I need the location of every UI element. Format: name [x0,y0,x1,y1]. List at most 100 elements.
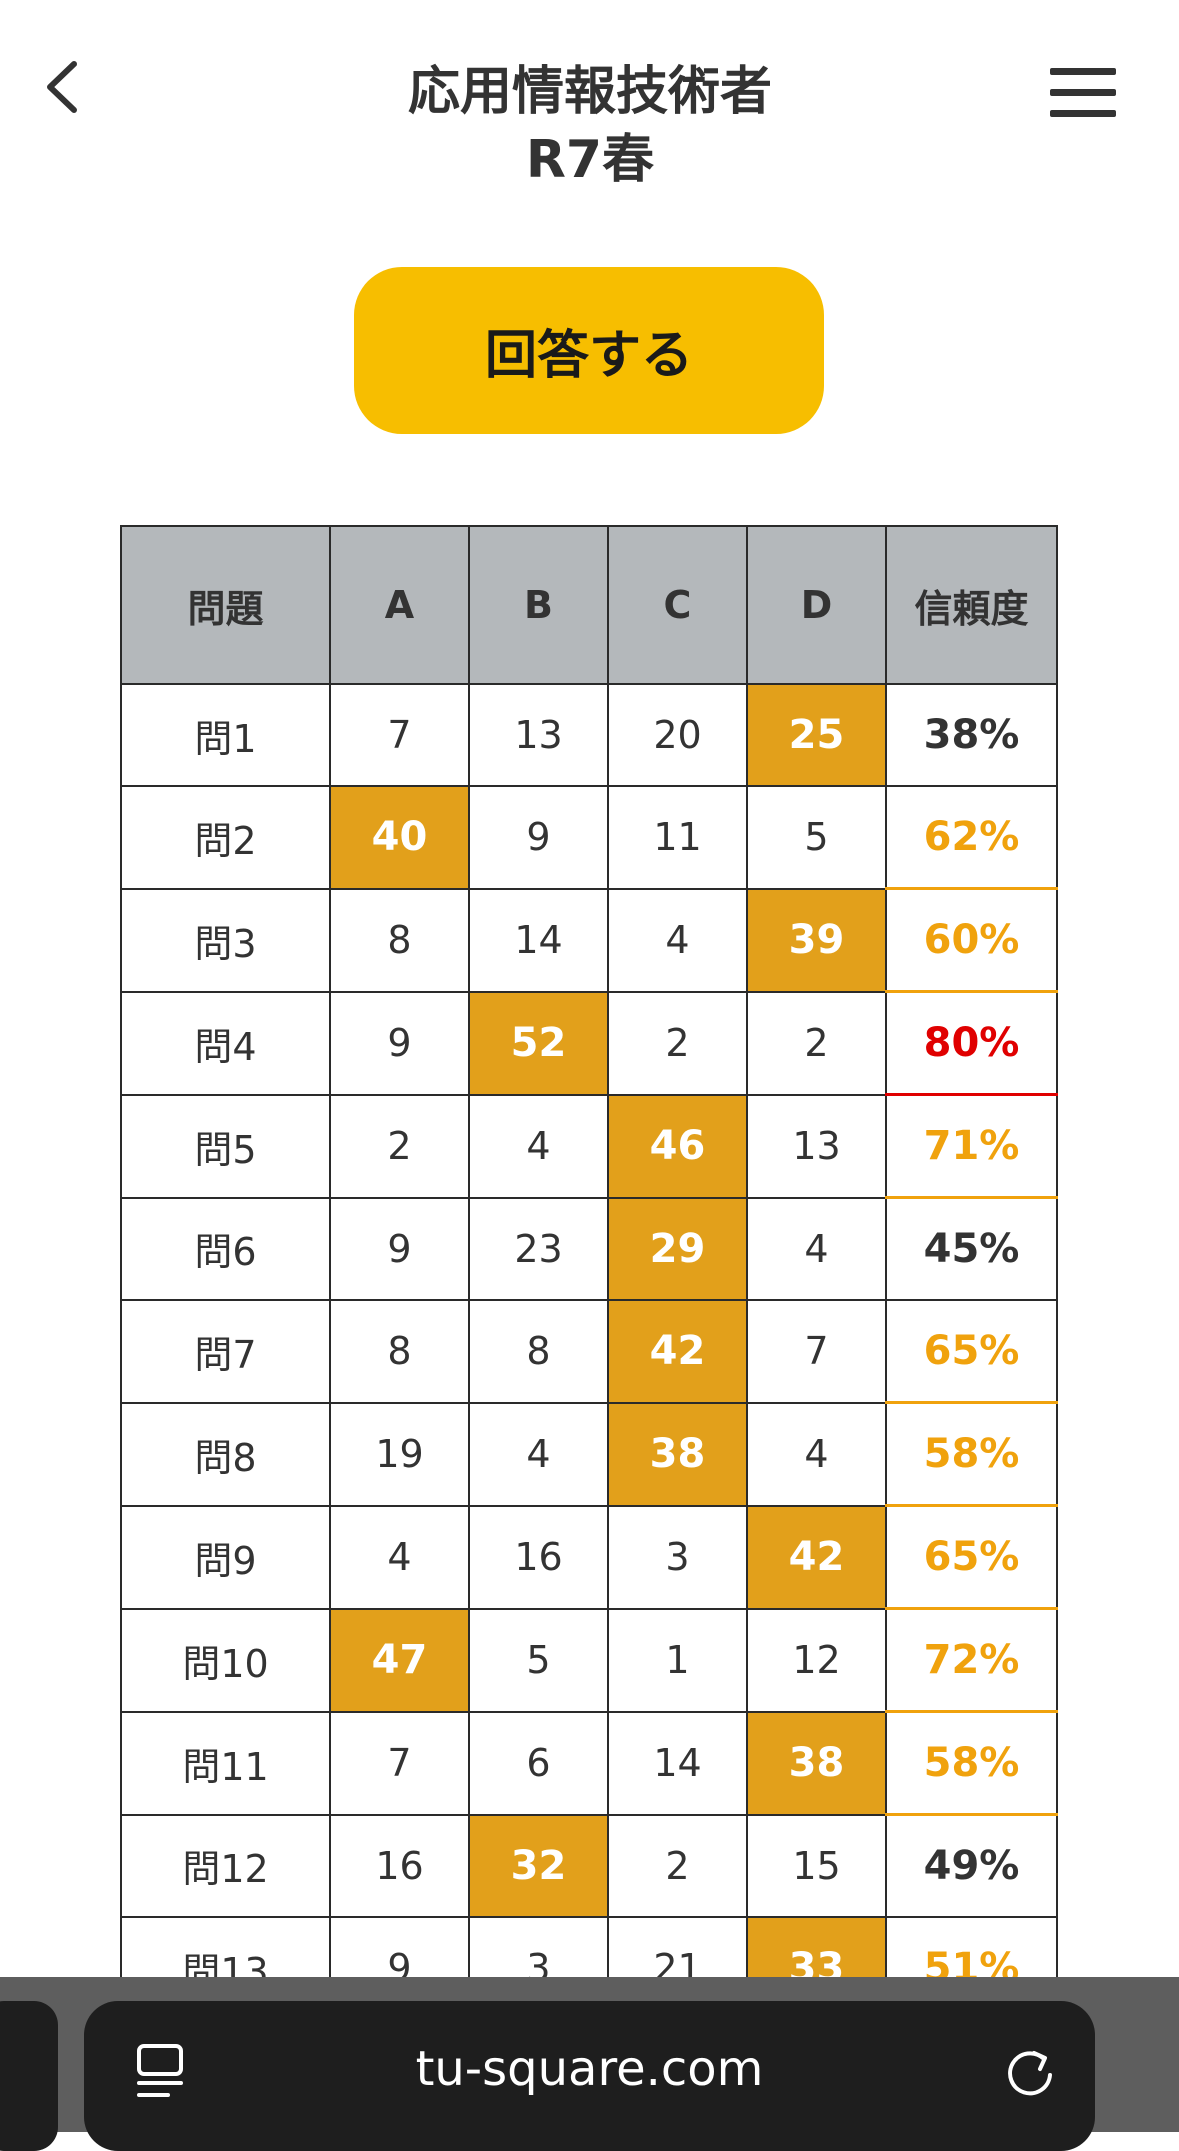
answer-stats-table-wrapper: 問題 A B C D 信頼度 問1 7 13 20 25 38% 問2 40 9 11 5 62% 問3… [120,525,1058,2021]
question-cell: 問4 [120,990,331,1096]
reload-icon[interactable] [1004,2047,1056,2099]
answer-count-b: 9 [468,785,609,890]
answer-count-d: 42 [746,1504,887,1610]
confidence-cell: 60% [885,887,1058,993]
confidence-cell: 71% [885,1093,1058,1199]
answer-count-b: 4 [468,1093,609,1199]
answer-count-b: 32 [468,1813,609,1918]
confidence-cell: 65% [885,1299,1058,1404]
answer-count-b: 23 [468,1196,609,1301]
previous-tab-stub[interactable] [0,2001,58,2151]
table-row: 問1 7 13 20 25 38% [120,683,1058,787]
answer-count-b: 6 [468,1710,609,1816]
answer-count-d: 4 [746,1401,887,1507]
table-header-row: 問題 A B C D 信頼度 [120,525,1058,685]
question-cell: 問1 [120,683,331,787]
table-row: 問9 4 16 3 42 65% [120,1504,1058,1610]
page-title-line2: R7春 [525,130,655,190]
question-cell: 問5 [120,1093,331,1199]
answer-count-a: 8 [329,887,470,993]
answer-count-a: 2 [329,1093,470,1199]
question-cell: 問8 [120,1401,331,1507]
header-c: C [607,525,748,685]
hamburger-line [1050,89,1116,96]
answer-count-c: 3 [607,1504,748,1610]
answer-count-c: 46 [607,1093,748,1199]
header-a: A [329,525,470,685]
answer-count-a: 16 [329,1813,470,1918]
header-b: B [468,525,609,685]
answer-count-c: 14 [607,1710,748,1816]
answer-count-d: 5 [746,785,887,890]
confidence-cell: 45% [885,1196,1058,1301]
confidence-cell: 38% [885,683,1058,787]
answer-count-a: 47 [329,1607,470,1713]
confidence-cell: 62% [885,785,1058,890]
answer-count-d: 13 [746,1093,887,1199]
answer-count-b: 52 [468,990,609,1096]
answer-count-d: 15 [746,1813,887,1918]
answer-count-a: 7 [329,1710,470,1816]
confidence-cell: 49% [885,1813,1058,1918]
confidence-cell: 65% [885,1504,1058,1610]
url-text[interactable]: tu-square.com [84,2041,1095,2097]
answer-count-c: 11 [607,785,748,890]
app-header: 応用情報技術者 R7春 [0,0,1179,200]
answer-count-d: 12 [746,1607,887,1713]
answer-count-b: 14 [468,887,609,993]
confidence-cell: 58% [885,1710,1058,1816]
answer-count-b: 4 [468,1401,609,1507]
answer-count-c: 20 [607,683,748,787]
answer-count-c: 1 [607,1607,748,1713]
back-button[interactable] [40,52,90,122]
answer-count-d: 4 [746,1196,887,1301]
header-confidence: 信頼度 [885,525,1058,685]
answer-count-c: 2 [607,990,748,1096]
answer-count-c: 42 [607,1299,748,1404]
answer-count-a: 19 [329,1401,470,1507]
answer-count-c: 38 [607,1401,748,1507]
question-cell: 問3 [120,887,331,993]
table-row: 問3 8 14 4 39 60% [120,887,1058,993]
hamburger-menu-icon [1050,68,1116,75]
header-question: 問題 [120,525,331,685]
answer-count-b: 13 [468,683,609,787]
question-cell: 問2 [120,785,331,890]
hamburger-line [1050,110,1116,117]
confidence-cell: 72% [885,1607,1058,1713]
page-title-line1: 応用情報技術者 [407,62,772,122]
hamburger-menu-button[interactable] [1050,68,1120,122]
question-cell: 問11 [120,1710,331,1816]
question-cell: 問10 [120,1607,331,1713]
table-row: 問11 7 6 14 38 58% [120,1710,1058,1816]
answer-count-a: 40 [329,785,470,890]
answer-count-d: 39 [746,887,887,993]
browser-toolbar: tu-square.com [0,1977,1179,2151]
table-row: 問10 47 5 1 12 72% [120,1607,1058,1713]
answer-count-c: 2 [607,1813,748,1918]
answer-button[interactable]: 回答する [354,267,824,434]
question-cell: 問12 [120,1813,331,1918]
table-row: 問4 9 52 2 2 80% [120,990,1058,1096]
question-cell: 問9 [120,1504,331,1610]
confidence-cell: 80% [885,990,1058,1096]
answer-stats-table: 問題 A B C D 信頼度 問1 7 13 20 25 38% 問2 40 9 11 5 62% 問3… [120,525,1058,2021]
table-row: 問6 9 23 29 4 45% [120,1196,1058,1301]
table-row: 問2 40 9 11 5 62% [120,785,1058,890]
answer-count-b: 16 [468,1504,609,1610]
table-row: 問7 8 8 42 7 65% [120,1299,1058,1404]
answer-count-b: 5 [468,1607,609,1713]
answer-count-a: 7 [329,683,470,787]
address-bar[interactable]: tu-square.com [84,2001,1095,2151]
table-row: 問12 16 32 2 15 49% [120,1813,1058,1918]
chevron-left-icon [47,61,77,113]
answer-count-a: 8 [329,1299,470,1404]
page-title: 応用情報技術者 R7春 [290,58,890,194]
answer-count-d: 2 [746,990,887,1096]
table-row: 問5 2 4 46 13 71% [120,1093,1058,1199]
answer-count-b: 8 [468,1299,609,1404]
question-cell: 問6 [120,1196,331,1301]
answer-count-a: 4 [329,1504,470,1610]
table-body: 問1 7 13 20 25 38% 問2 40 9 11 5 62% 問3 8 14 4 39 60% 問4 9 52 2… [120,683,1058,2021]
question-cell: 問7 [120,1299,331,1404]
